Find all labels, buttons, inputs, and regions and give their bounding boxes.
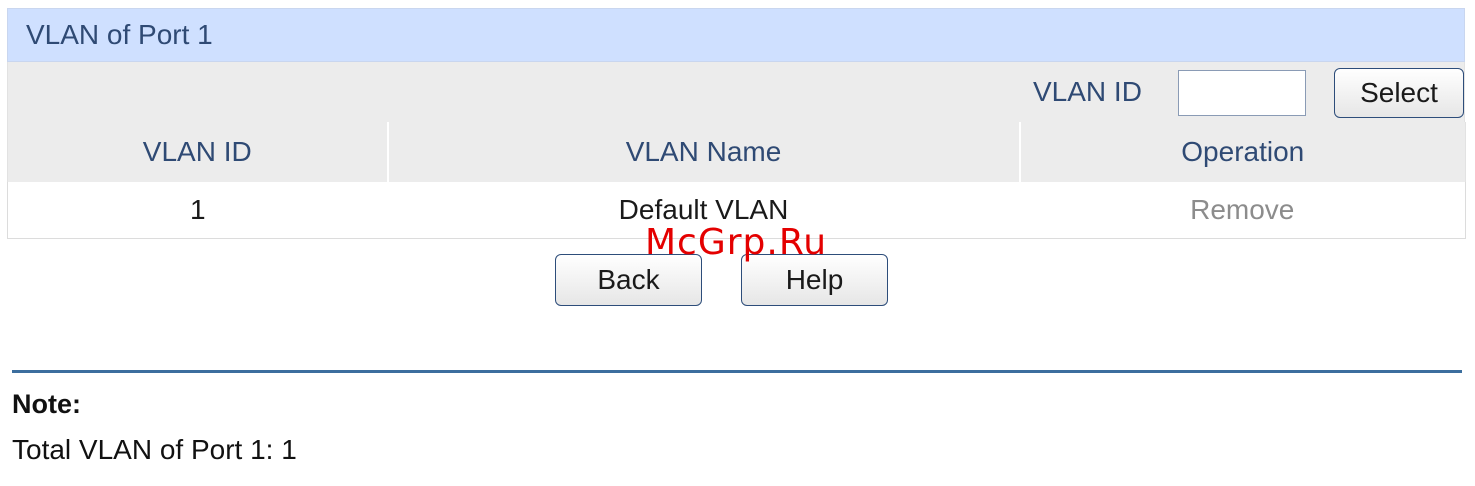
note-text: Total VLAN of Port 1: 1: [12, 434, 297, 465]
note-title: Note:: [12, 389, 81, 419]
column-header-vlan-name: VLAN Name: [386, 122, 1020, 182]
column-header-operation: Operation: [1018, 122, 1466, 182]
select-button[interactable]: Select: [1334, 68, 1464, 118]
panel-title-text: VLAN of Port 1: [26, 19, 213, 50]
vlan-filter-row: VLAN ID Select: [7, 62, 1465, 122]
column-header-vlan-id: VLAN ID: [7, 122, 388, 182]
vlan-id-filter-label: VLAN ID: [1033, 76, 1142, 107]
vlan-of-port-panel: VLAN of Port 1 VLAN ID Select VLAN ID VL…: [7, 8, 1466, 239]
note-divider: [12, 370, 1462, 373]
vlan-id-input[interactable]: [1178, 70, 1306, 116]
cell-vlan-id: 1: [7, 182, 388, 239]
table-header-row: VLAN ID VLAN Name Operation: [7, 122, 1466, 182]
panel-title: VLAN of Port 1: [7, 8, 1465, 62]
cell-operation: Remove: [1019, 182, 1466, 239]
watermark-text: McGrp.Ru: [645, 222, 828, 263]
remove-link[interactable]: Remove: [1190, 194, 1294, 225]
